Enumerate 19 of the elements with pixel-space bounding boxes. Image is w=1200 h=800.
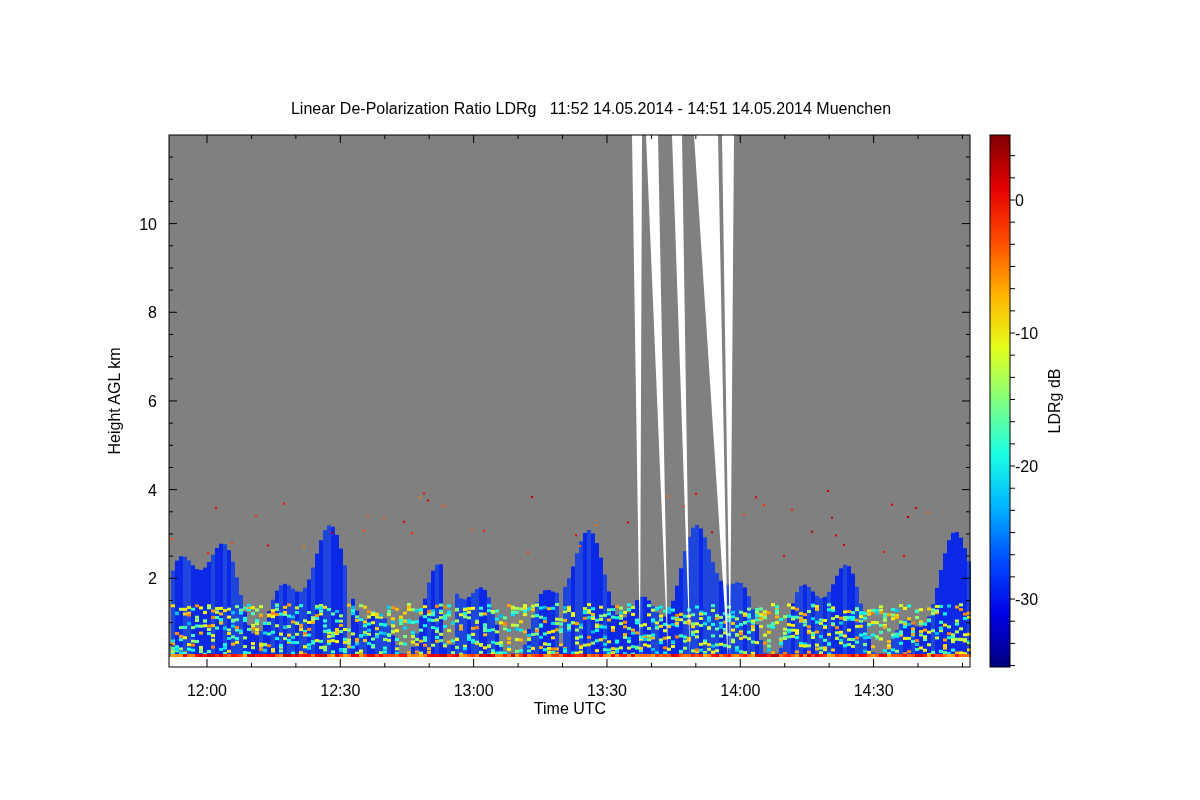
y-tick-label: 10 (139, 215, 157, 233)
y-axis-label: Height AGL km (106, 347, 123, 455)
x-axis-label: Time UTC (533, 700, 607, 717)
y-tick-label: 4 (148, 481, 157, 499)
x-tick-label: 14:30 (853, 682, 894, 699)
y-tick-label: 8 (148, 304, 157, 322)
colorbar-tick-label: -20 (1015, 458, 1039, 475)
y-tick-label: 2 (148, 570, 157, 588)
x-tick-label: 12:30 (320, 682, 361, 699)
colorbar-label: LDRg dB (1046, 368, 1063, 434)
x-tick-label: 14:00 (720, 682, 761, 699)
colorbar-tick-label: -30 (1015, 591, 1039, 608)
x-tick-label: 13:00 (453, 682, 494, 699)
x-tick-label: 12:00 (187, 682, 227, 699)
chart-title: Linear De-Polarization Ratio LDRg 11:52 14.05.2014 - 14:51 14.05.2014 Muenchen (290, 100, 892, 117)
colorbar-tick-label: -10 (1015, 325, 1039, 342)
colorbar-tick-label: 0 (1015, 192, 1024, 209)
y-tick-label: 6 (148, 392, 157, 410)
x-tick-label: 13:30 (586, 682, 627, 699)
